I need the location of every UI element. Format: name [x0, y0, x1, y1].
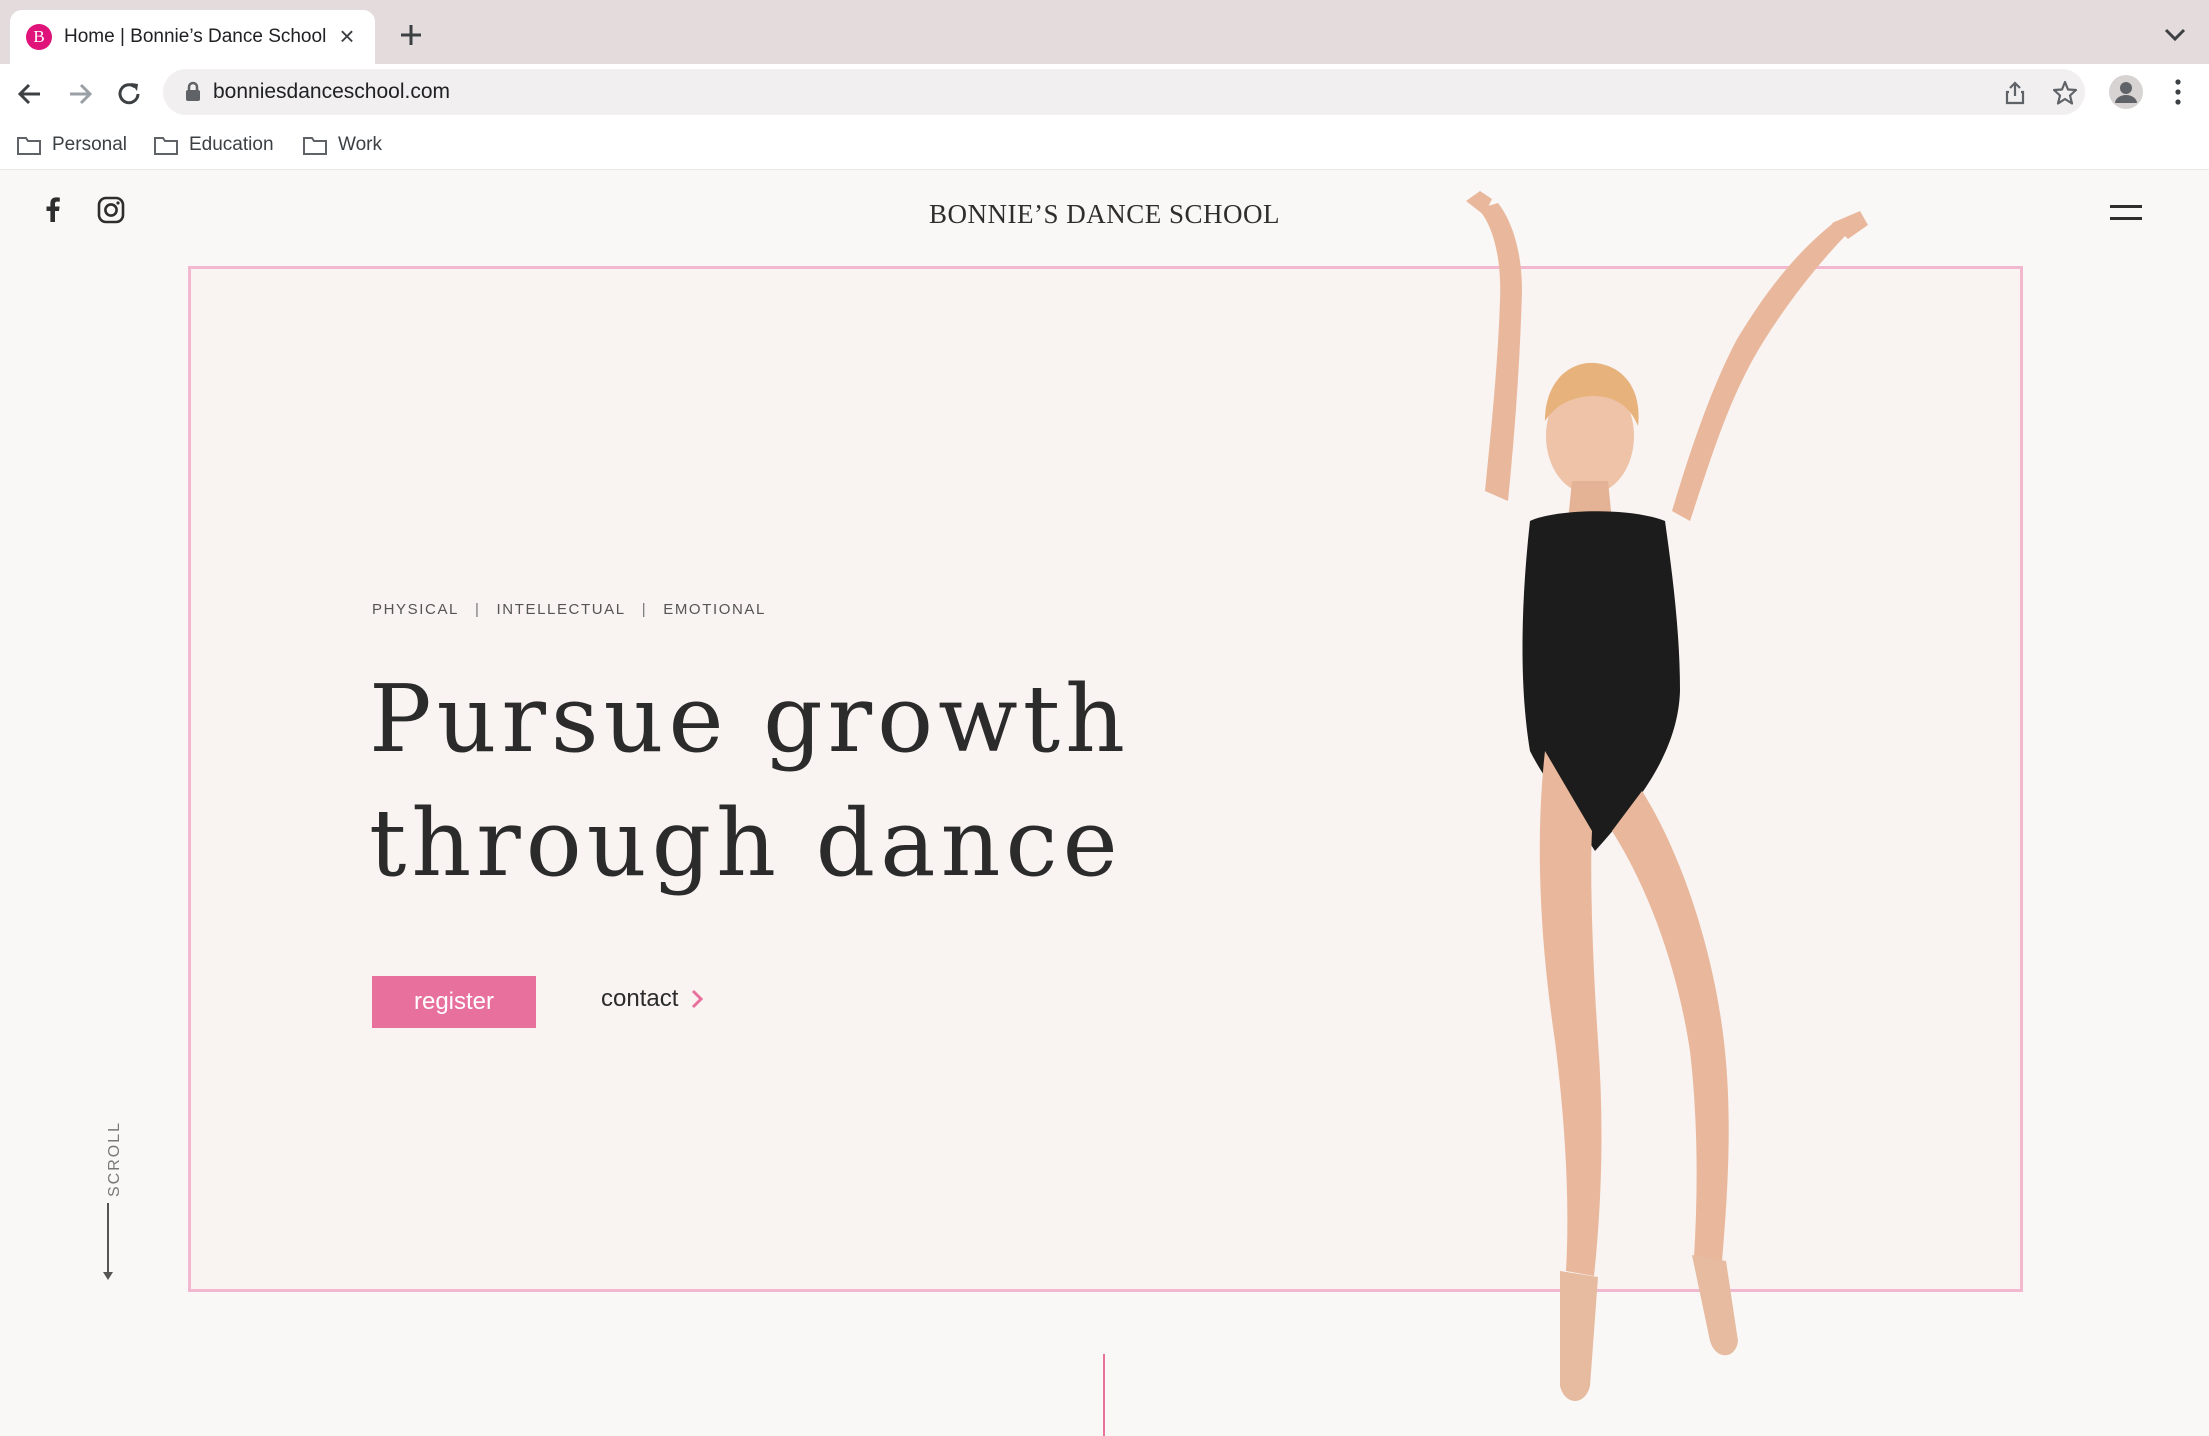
register-button[interactable]: register [372, 976, 536, 1028]
kicker-separator: | [475, 601, 481, 618]
headline-line-1: Pursue growth [369, 665, 1131, 773]
bookmark-label: Work [338, 134, 382, 155]
browser-menu-dots-icon[interactable] [2168, 76, 2188, 108]
browser-tab-strip: B Home | Bonnie’s Dance School × [0, 0, 2209, 64]
bookmarks-bar: Personal Education Work [0, 120, 2209, 170]
browser-tab-active[interactable]: B Home | Bonnie’s Dance School × [10, 10, 375, 64]
scroll-line [107, 1203, 109, 1275]
ballerina-hero-image [1466, 191, 1868, 1401]
hero-kicker: PHYSICAL | INTELLECTUAL | EMOTIONAL [372, 601, 766, 618]
url-text: bonniesdanceschool.com [213, 80, 450, 103]
browser-toolbar: bonniesdanceschool.com [0, 64, 2209, 120]
hero-headline: Pursue growth through dance [369, 657, 1130, 905]
contact-label: contact [601, 985, 679, 1012]
tab-title: Home | Bonnie’s Dance School [64, 26, 327, 47]
scroll-indicator[interactable]: SCROLL [96, 1121, 123, 1281]
section-divider-line [1103, 1354, 1105, 1436]
lock-icon[interactable] [183, 81, 203, 103]
arrow-down-icon [103, 1272, 113, 1280]
kicker-intellectual: INTELLECTUAL [496, 601, 626, 618]
hamburger-menu-icon[interactable] [2110, 205, 2142, 221]
folder-icon [303, 137, 327, 155]
bookmark-label: Education [189, 134, 274, 155]
address-bar[interactable]: bonniesdanceschool.com [163, 69, 2085, 115]
share-icon[interactable] [2001, 79, 2029, 107]
website-page: BONNIE’S DANCE SCHOOL PHYSICAL | INTELLE… [0, 171, 2209, 1436]
new-tab-plus-icon[interactable] [396, 20, 426, 50]
back-arrow-icon[interactable] [14, 78, 46, 110]
bookmark-star-icon[interactable] [2051, 79, 2079, 107]
kicker-physical: PHYSICAL [372, 601, 459, 618]
forward-arrow-icon[interactable] [64, 78, 96, 110]
folder-icon [154, 137, 178, 155]
profile-avatar-icon[interactable] [2108, 74, 2144, 110]
headline-line-2: through dance [369, 789, 1123, 897]
tab-close-icon[interactable]: × [333, 22, 361, 50]
bookmark-label: Personal [52, 134, 127, 155]
bookmark-folder-work[interactable]: Work [302, 132, 382, 158]
folder-icon [17, 137, 41, 155]
chevron-right-icon [692, 989, 704, 1009]
contact-link[interactable]: contact [601, 985, 704, 1013]
bookmark-folder-education[interactable]: Education [153, 132, 274, 158]
reload-icon[interactable] [113, 78, 145, 110]
bookmark-folder-personal[interactable]: Personal [16, 132, 127, 158]
kicker-separator: | [641, 601, 648, 618]
tab-search-chevron-icon[interactable] [2162, 24, 2188, 44]
scroll-label: SCROLL [106, 1121, 123, 1198]
kicker-emotional: EMOTIONAL [663, 601, 766, 618]
site-favicon-icon: B [26, 24, 52, 50]
